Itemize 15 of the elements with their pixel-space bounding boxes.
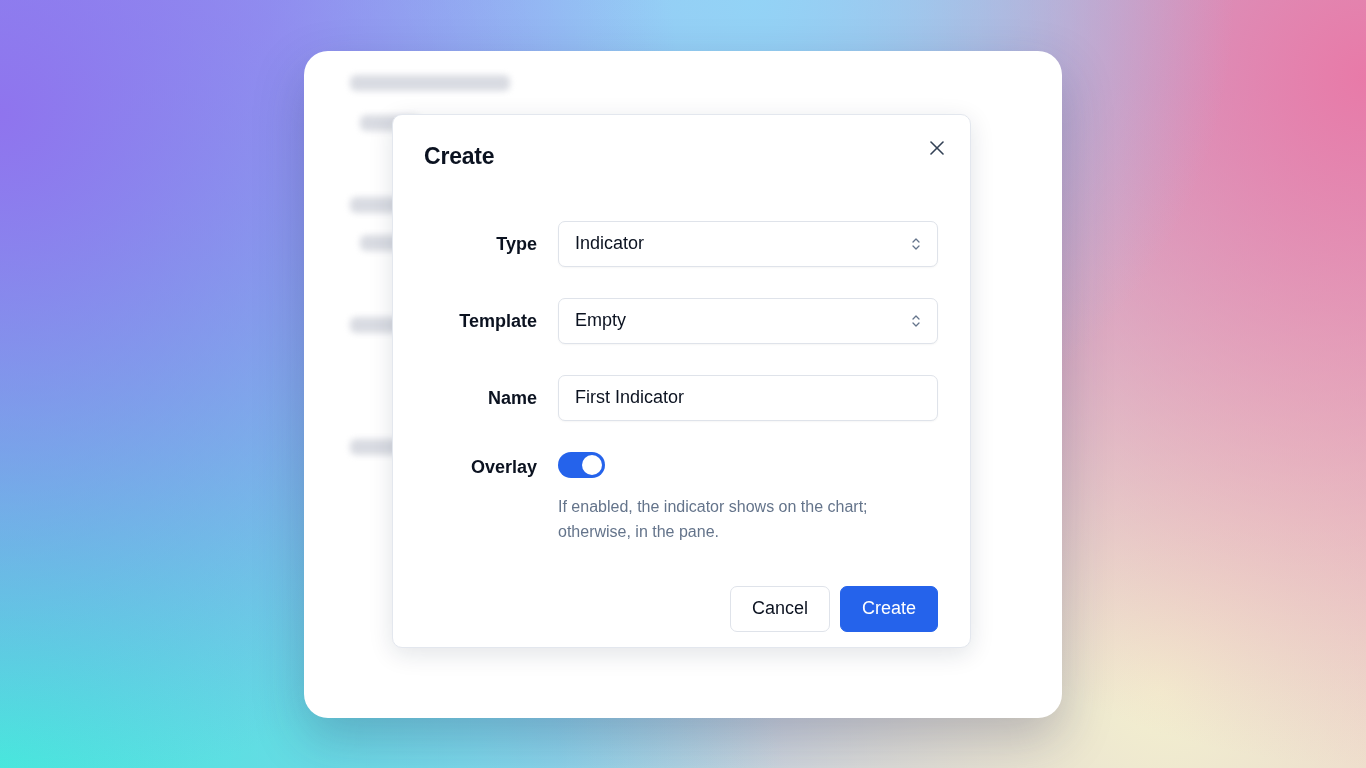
field-label: Template [458,309,537,333]
select-field[interactable]: Empty [558,297,938,344]
close-icon [930,141,944,155]
field-label: Name [486,386,537,410]
field-label: Overlay [469,455,537,479]
field-label: Type [495,232,537,256]
select-field[interactable]: Indicator [558,220,938,267]
toggle-switch[interactable] [558,451,605,478]
name-field[interactable]: First Indicator [558,374,938,421]
dialog-title: Create [424,143,496,171]
chevron-updown-icon [911,313,921,328]
help-text: If enabled, the indicator shows on the chart; otherwise, in the pane. [558,496,869,542]
create-button[interactable]: Create [839,585,938,632]
cancel-button[interactable]: Cancel [729,585,830,632]
chevron-updown-icon [911,236,921,251]
